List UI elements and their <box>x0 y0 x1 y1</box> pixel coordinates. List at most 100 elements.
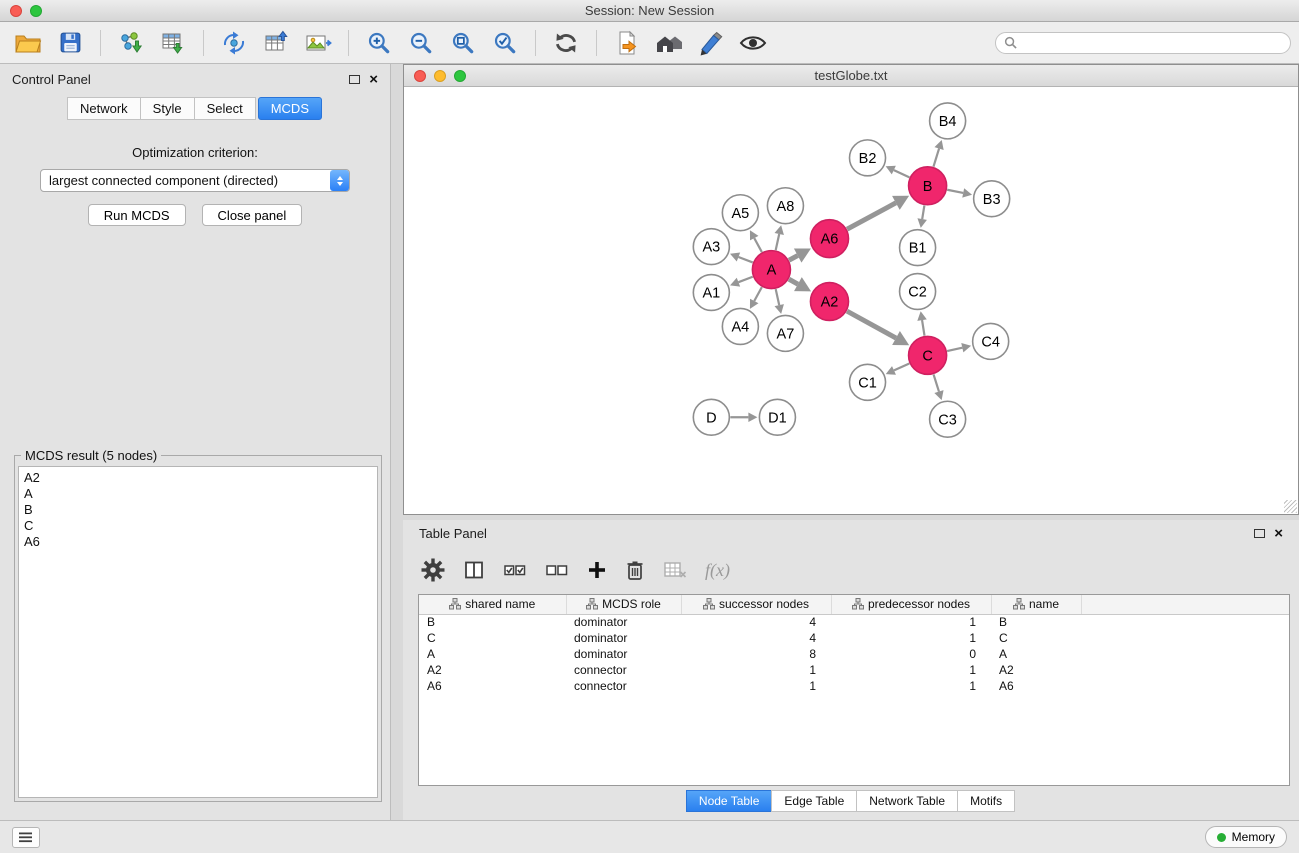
open-session-button[interactable] <box>8 26 48 60</box>
graph-node-C4[interactable]: C4 <box>973 323 1009 359</box>
memory-button[interactable]: Memory <box>1205 826 1287 848</box>
result-item[interactable]: A <box>24 486 372 502</box>
table-header-row[interactable]: shared nameMCDS rolesuccessor nodesprede… <box>419 595 1289 614</box>
graph-edge-A-A4[interactable] <box>750 287 762 309</box>
add-column-button[interactable] <box>587 560 607 580</box>
graph-edge-A6-B[interactable] <box>847 196 909 229</box>
table-cell[interactable]: A <box>991 646 1081 662</box>
graph-edge-C-C3[interactable] <box>934 374 944 400</box>
deselect-all-button[interactable] <box>545 561 569 579</box>
table-cell[interactable]: C <box>419 630 566 646</box>
graph-edge-A-A5[interactable] <box>750 230 762 252</box>
result-item[interactable]: A6 <box>24 534 372 550</box>
close-network-window-button[interactable] <box>414 70 426 82</box>
table-cell[interactable]: 4 <box>681 614 831 630</box>
table-row[interactable]: Bdominator41B <box>419 614 1289 630</box>
graph-node-B[interactable]: B <box>909 167 947 205</box>
graph-node-A1[interactable]: A1 <box>693 275 729 311</box>
tab-style[interactable]: Style <box>140 97 195 120</box>
zoom-window-button[interactable] <box>30 5 42 17</box>
table-row[interactable]: Adominator80A <box>419 646 1289 662</box>
graph-node-B4[interactable]: B4 <box>930 103 966 139</box>
result-item[interactable]: C <box>24 518 372 534</box>
graph-edge-C-C4[interactable] <box>947 343 971 352</box>
table-cell[interactable]: 4 <box>681 630 831 646</box>
column-header-successor-nodes[interactable]: successor nodes <box>681 595 831 614</box>
table-body[interactable]: Bdominator41BCdominator41CAdominator80AA… <box>419 614 1289 694</box>
apply-style-button[interactable] <box>691 26 731 60</box>
graph-node-A2[interactable]: A2 <box>810 283 848 321</box>
table-row[interactable]: A2connector11A2 <box>419 662 1289 678</box>
zoom-network-window-button[interactable] <box>454 70 466 82</box>
search-input[interactable] <box>1022 36 1282 50</box>
table-mode-button[interactable] <box>421 558 445 582</box>
graph-edge-A-A7[interactable] <box>775 289 784 314</box>
graph-node-A5[interactable]: A5 <box>722 195 758 231</box>
table-cell[interactable]: B <box>419 614 566 630</box>
zoom-in-button[interactable] <box>359 26 399 60</box>
function-builder-button[interactable]: f(x) <box>705 560 730 581</box>
column-header-mcds-role[interactable]: MCDS role <box>566 595 681 614</box>
resize-handle[interactable] <box>1284 500 1297 513</box>
float-table-panel-icon[interactable] <box>1254 529 1265 538</box>
table-row[interactable]: Cdominator41C <box>419 630 1289 646</box>
close-window-button[interactable] <box>10 5 22 17</box>
minimize-network-window-button[interactable] <box>434 70 446 82</box>
delete-columns-button[interactable] <box>625 559 645 581</box>
graph-edge-C-C1[interactable] <box>886 364 910 375</box>
run-mcds-button[interactable]: Run MCDS <box>88 204 186 226</box>
graph-edge-B-B2[interactable] <box>886 166 910 178</box>
export-document-button[interactable] <box>607 26 647 60</box>
column-visibility-button[interactable] <box>463 559 485 581</box>
zoom-out-button[interactable] <box>401 26 441 60</box>
export-image-button[interactable] <box>298 26 338 60</box>
import-network-button[interactable] <box>111 26 151 60</box>
mcds-result-list[interactable]: A2ABCA6 <box>18 466 378 798</box>
graph-node-A8[interactable]: A8 <box>767 188 803 224</box>
graph-edge-A-A2[interactable] <box>789 277 811 291</box>
table-cell[interactable]: 1 <box>831 630 991 646</box>
network-canvas[interactable]: B4B2BB3A5A8A6B1A3AC2A1A2A4A7C4CC1C3DD1 <box>404 87 1298 514</box>
table-cell[interactable]: 8 <box>681 646 831 662</box>
graph-node-A7[interactable]: A7 <box>767 315 803 351</box>
table-cell[interactable]: dominator <box>566 614 681 630</box>
tab-motifs[interactable]: Motifs <box>957 790 1015 812</box>
table-cell[interactable]: connector <box>566 662 681 678</box>
graph-node-C1[interactable]: C1 <box>849 364 885 400</box>
save-session-button[interactable] <box>50 26 90 60</box>
close-panel-icon[interactable]: × <box>369 72 378 87</box>
table-cell[interactable]: 1 <box>681 662 831 678</box>
table-cell[interactable]: dominator <box>566 630 681 646</box>
table-cell[interactable]: dominator <box>566 646 681 662</box>
result-item[interactable]: B <box>24 502 372 518</box>
zoom-selected-button[interactable] <box>485 26 525 60</box>
tab-node-table[interactable]: Node Table <box>686 790 773 812</box>
graph-edge-D-D1[interactable] <box>730 412 757 422</box>
float-panel-icon[interactable] <box>349 75 360 84</box>
table-cell[interactable]: 1 <box>681 678 831 694</box>
refresh-view-button[interactable] <box>546 26 586 60</box>
table-cell[interactable]: 0 <box>831 646 991 662</box>
graph-edge-B-B1[interactable] <box>917 205 926 227</box>
table-cell[interactable]: C <box>991 630 1081 646</box>
tab-mcds[interactable]: MCDS <box>258 97 322 120</box>
export-network-button[interactable] <box>214 26 254 60</box>
column-header-name[interactable]: name <box>991 595 1081 614</box>
graph-edge-A-A1[interactable] <box>730 277 753 287</box>
graph-node-B3[interactable]: B3 <box>974 181 1010 217</box>
graph-edge-A2-C[interactable] <box>847 311 909 345</box>
graph-node-B2[interactable]: B2 <box>849 140 885 176</box>
table-cell[interactable]: 1 <box>831 678 991 694</box>
graph-edge-A-A8[interactable] <box>775 225 784 250</box>
table-cell[interactable]: A6 <box>419 678 566 694</box>
graph-node-D1[interactable]: D1 <box>759 399 795 435</box>
search-box[interactable] <box>995 32 1291 54</box>
table-cell[interactable]: A <box>419 646 566 662</box>
graph-node-B1[interactable]: B1 <box>900 230 936 266</box>
network-canvas-area[interactable]: B4B2BB3A5A8A6B1A3AC2A1A2A4A7C4CC1C3DD1 <box>404 87 1298 514</box>
result-item[interactable]: A2 <box>24 470 372 486</box>
table-cell[interactable]: 1 <box>831 614 991 630</box>
tab-edge-table[interactable]: Edge Table <box>771 790 857 812</box>
table-row[interactable]: A6connector11A6 <box>419 678 1289 694</box>
close-panel-button[interactable]: Close panel <box>202 204 303 226</box>
